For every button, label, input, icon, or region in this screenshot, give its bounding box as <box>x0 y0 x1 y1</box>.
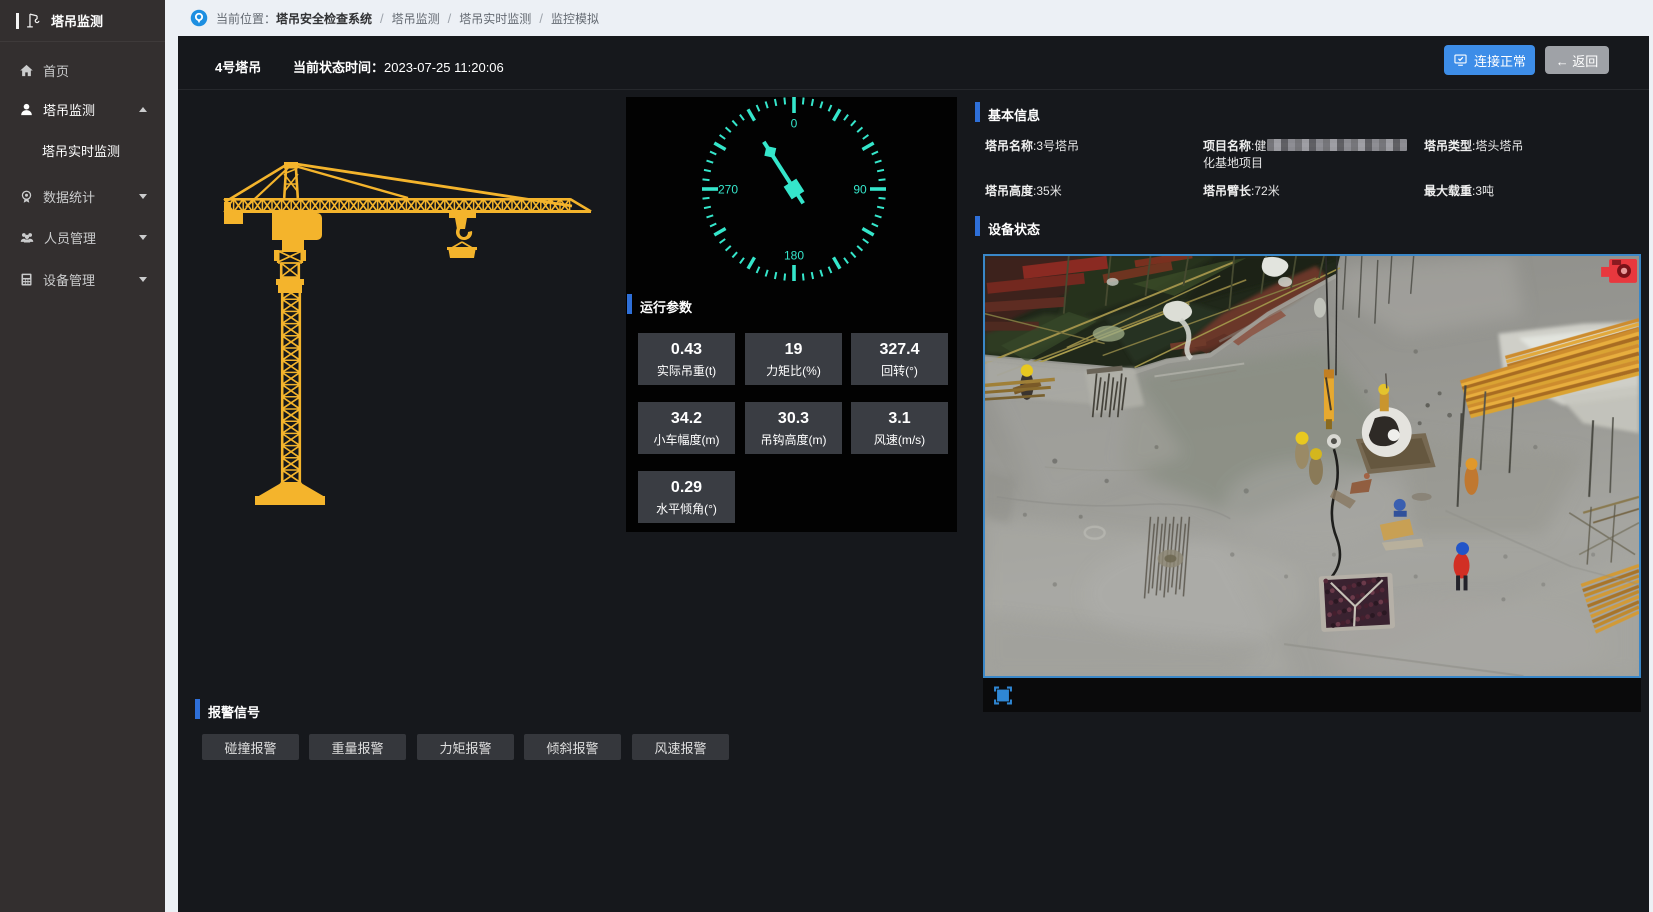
svg-text:180: 180 <box>784 249 804 263</box>
svg-text:270: 270 <box>718 183 738 197</box>
svg-text:90: 90 <box>853 183 867 197</box>
svg-text:0: 0 <box>791 117 798 131</box>
